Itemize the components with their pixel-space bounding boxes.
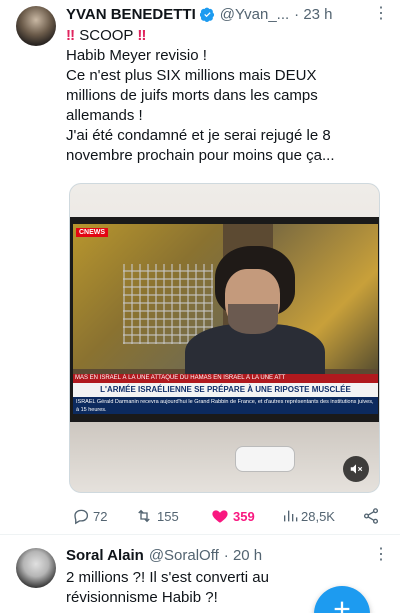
tweet-text-line: J'ai été condamné et je serai rejugé le … (66, 127, 331, 144)
news-ticker: MAS EN ISRAEL À LA UNE ATTAQUE DU HAMAS … (73, 374, 378, 383)
plus-icon (334, 601, 350, 613)
double-exclamation-icon: ‼ (66, 27, 76, 44)
more-icon[interactable]: ⋮ (372, 4, 390, 24)
tweet-text-line: Habib Meyer revisio ! (66, 47, 207, 64)
author-name[interactable]: Soral Alain (66, 547, 144, 564)
device (235, 446, 295, 472)
main-tweet[interactable]: YVAN BENEDETTI @Yvan_... · 23 h ⋮ ‼ SCOO… (0, 0, 400, 535)
tv-screen: CNEWS MAS EN ISRAEL À LA UNE ATTAQUE DU … (73, 224, 378, 414)
author-name[interactable]: YVAN BENEDETTI (66, 6, 196, 23)
tweet-text-line: novembre prochain pour moins que ça... (66, 147, 335, 164)
views-icon (284, 510, 298, 522)
tweet-text: ‼ SCOOP ‼ Habib Meyer revisio ! Ce n'est… (66, 26, 386, 166)
verified-badge-icon (199, 7, 214, 22)
tweet-divider (0, 534, 400, 535)
scoop-label: SCOOP (79, 27, 134, 44)
channel-logo: CNEWS (76, 228, 109, 237)
share-icon (363, 508, 379, 524)
tweet-time[interactable]: · 20 h (224, 547, 262, 564)
television: CNEWS MAS EN ISRAEL À LA UNE ATTAQUE DU … (70, 217, 379, 422)
tweet-text-line: allemands ! (66, 107, 143, 124)
reply-count: 72 (93, 508, 108, 524)
retweet-button[interactable]: 155 (134, 505, 179, 527)
reply-icon (74, 509, 89, 525)
double-exclamation-icon: ‼ (137, 27, 147, 44)
avatar[interactable] (16, 548, 56, 588)
tweet-video[interactable]: CNEWS MAS EN ISRAEL À LA UNE ATTAQUE DU … (69, 183, 380, 493)
like-count: 359 (233, 508, 255, 524)
author-handle[interactable]: @Yvan_... (220, 6, 289, 23)
retweet-count: 155 (157, 508, 179, 524)
reply-text-line: 2 millions ?! Il s'est converti au (66, 569, 269, 586)
views-button[interactable]: 28,5K (282, 505, 335, 527)
views-count: 28,5K (301, 508, 335, 524)
like-button[interactable]: 359 (210, 505, 255, 527)
scoop-line: ‼ SCOOP ‼ (66, 26, 386, 46)
tweet-header: YVAN BENEDETTI @Yvan_... · 23 h ⋮ (66, 4, 390, 24)
heart-icon (212, 510, 228, 523)
reply-header: Soral Alain @SoralOff · 20 h ⋮ (66, 545, 390, 565)
shelf (70, 422, 379, 492)
tweet-time[interactable]: · 23 h (294, 6, 332, 23)
author-handle[interactable]: @SoralOff (149, 547, 219, 564)
retweet-icon (138, 509, 150, 523)
more-icon[interactable]: ⋮ (372, 545, 390, 565)
share-button[interactable] (362, 505, 383, 527)
mute-button[interactable] (343, 456, 369, 482)
person-beard (228, 304, 278, 334)
tweet-text-line: Ce n'est plus SIX millions mais DEUX (66, 67, 317, 84)
tweet-actions: 72 155 359 28,5K (72, 505, 382, 527)
mute-icon (350, 464, 363, 474)
reply-button[interactable]: 72 (72, 505, 107, 527)
news-headline: L'ARMÉE ISRAÉLIENNE SE PRÉPARE À UNE RIP… (73, 383, 378, 397)
tweet-text-line: millions de juifs morts dans les camps (66, 87, 318, 104)
news-crawl: ISRAEL Gérald Darmanin recevra aujourd'h… (73, 397, 378, 414)
avatar[interactable] (16, 6, 56, 46)
